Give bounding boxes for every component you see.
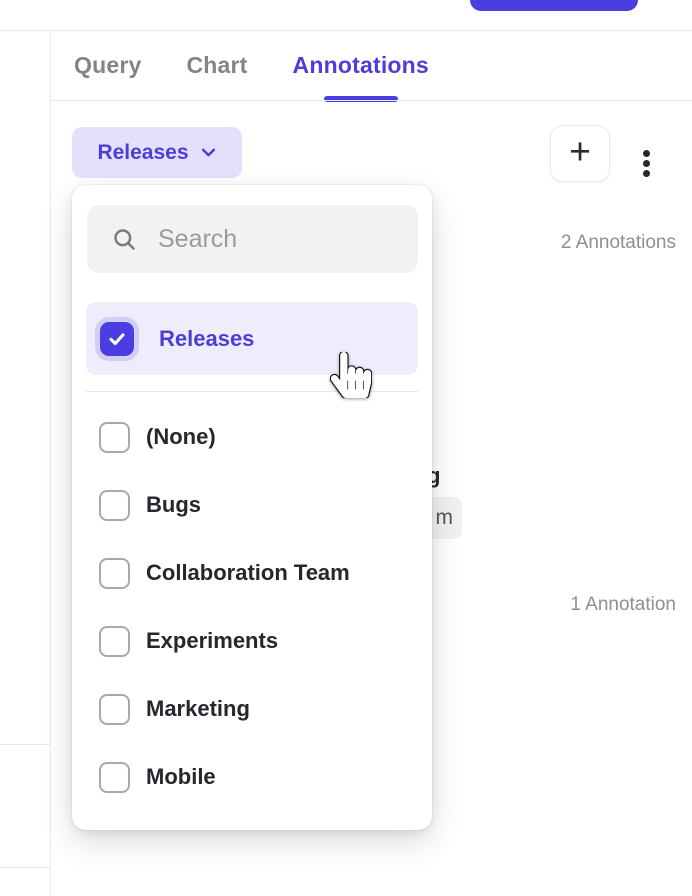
- more-options-button[interactable]: [633, 133, 659, 193]
- unchecked-checkbox[interactable]: [99, 558, 130, 589]
- option-mobile-label: Mobile: [146, 764, 216, 790]
- group1-annotation-count: 2 Annotations: [561, 232, 676, 254]
- dropdown-divider: [86, 391, 418, 392]
- checked-checkbox[interactable]: [100, 322, 134, 356]
- obscured-annotation-tag-fragment: m: [436, 506, 454, 530]
- left-rail-row-divider: [0, 867, 50, 868]
- releases-filter-dropdown: Releases (None) Bugs Collaboration Team …: [72, 185, 432, 830]
- option-marketing-label: Marketing: [146, 696, 250, 722]
- annotations-screen: Query Chart Annotations Releases + 2 Ann…: [0, 0, 692, 896]
- option-none-label: (None): [146, 424, 216, 450]
- kebab-icon: [643, 170, 650, 177]
- unchecked-checkbox[interactable]: [99, 694, 130, 725]
- dropdown-option-list: (None) Bugs Collaboration Team Experimen…: [86, 403, 418, 811]
- option-bugs[interactable]: Bugs: [86, 471, 418, 539]
- unchecked-checkbox[interactable]: [99, 490, 130, 521]
- plus-icon: +: [569, 133, 591, 170]
- tab-annotations-label: Annotations: [293, 52, 429, 79]
- tab-chart-label: Chart: [186, 52, 247, 79]
- add-annotation-button[interactable]: +: [550, 125, 610, 182]
- left-rail-row-divider: [0, 744, 50, 745]
- option-bugs-label: Bugs: [146, 492, 201, 518]
- option-collaboration-team-label: Collaboration Team: [146, 560, 350, 586]
- tab-annotations[interactable]: Annotations: [293, 30, 429, 100]
- active-tab-indicator: [324, 96, 398, 102]
- option-experiments-label: Experiments: [146, 628, 278, 654]
- tabbar-divider: [50, 100, 692, 101]
- option-collaboration-team[interactable]: Collaboration Team: [86, 539, 418, 607]
- kebab-icon: [643, 160, 650, 167]
- primary-action-button-partial[interactable]: [470, 0, 638, 11]
- option-releases-label: Releases: [159, 326, 254, 352]
- tab-bar: Query Chart Annotations: [74, 30, 429, 100]
- unchecked-checkbox[interactable]: [99, 626, 130, 657]
- group2-annotation-count: 1 Annotation: [570, 594, 676, 616]
- option-releases[interactable]: Releases: [86, 302, 418, 375]
- option-none[interactable]: (None): [86, 403, 418, 471]
- dropdown-search-box[interactable]: [87, 205, 418, 273]
- kebab-icon: [643, 150, 650, 157]
- option-mobile[interactable]: Mobile: [86, 743, 418, 811]
- tab-query-label: Query: [74, 52, 141, 79]
- releases-filter-button[interactable]: Releases: [72, 127, 242, 178]
- option-experiments[interactable]: Experiments: [86, 607, 418, 675]
- option-marketing[interactable]: Marketing: [86, 675, 418, 743]
- tab-query[interactable]: Query: [74, 30, 141, 100]
- unchecked-checkbox[interactable]: [99, 422, 130, 453]
- releases-filter-label: Releases: [97, 141, 188, 165]
- left-rail-divider: [50, 30, 51, 896]
- search-input[interactable]: [158, 225, 398, 254]
- search-icon: [111, 226, 138, 253]
- chevron-down-icon: [200, 144, 217, 161]
- unchecked-checkbox[interactable]: [99, 762, 130, 793]
- tab-chart[interactable]: Chart: [186, 30, 247, 100]
